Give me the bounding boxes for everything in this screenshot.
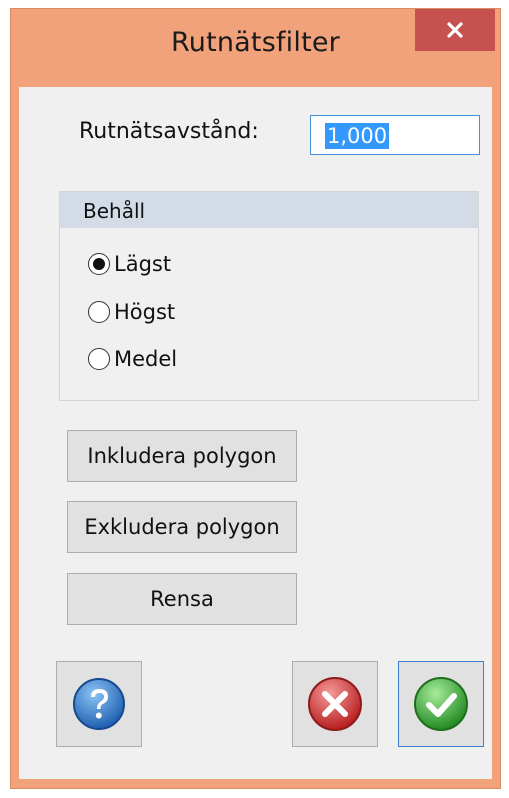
grid-spacing-value: 1,000 (325, 123, 390, 149)
radio-highest-label: Högst (114, 300, 176, 324)
keep-group-header: Behåll (60, 192, 478, 228)
radio-lowest-label: Lägst (114, 252, 172, 276)
radio-lowest[interactable]: Lägst (88, 252, 171, 276)
cancel-button[interactable] (292, 661, 378, 747)
close-button[interactable] (415, 9, 495, 51)
title-bar: Rutnätsfilter (11, 9, 500, 87)
dialog-window: Rutnätsfilter Rutnätsavstånd: 1,000 Behå… (10, 8, 501, 789)
dialog-body: Rutnätsavstånd: 1,000 Behåll Lägst Högst… (19, 87, 492, 779)
ok-icon (414, 677, 468, 731)
ok-button[interactable] (398, 661, 484, 747)
exclude-polygon-button[interactable]: Exkludera polygon (67, 501, 297, 553)
radio-average[interactable]: Medel (88, 347, 177, 371)
clear-button[interactable]: Rensa (67, 573, 297, 625)
radio-lowest-circle (88, 253, 110, 275)
radio-average-label: Medel (114, 347, 178, 371)
include-polygon-button[interactable]: Inkludera polygon (67, 430, 297, 482)
radio-average-circle (88, 348, 110, 370)
help-icon (73, 678, 125, 730)
cancel-icon (308, 677, 362, 731)
help-button[interactable] (56, 661, 142, 747)
close-icon (447, 22, 463, 38)
radio-selected-dot (93, 258, 105, 270)
grid-spacing-input[interactable]: 1,000 (310, 115, 480, 155)
keep-group: Behåll Lägst Högst Medel (59, 191, 479, 401)
radio-highest-circle (88, 301, 110, 323)
grid-spacing-label: Rutnätsavstånd: (79, 119, 259, 144)
radio-highest[interactable]: Högst (88, 300, 175, 324)
